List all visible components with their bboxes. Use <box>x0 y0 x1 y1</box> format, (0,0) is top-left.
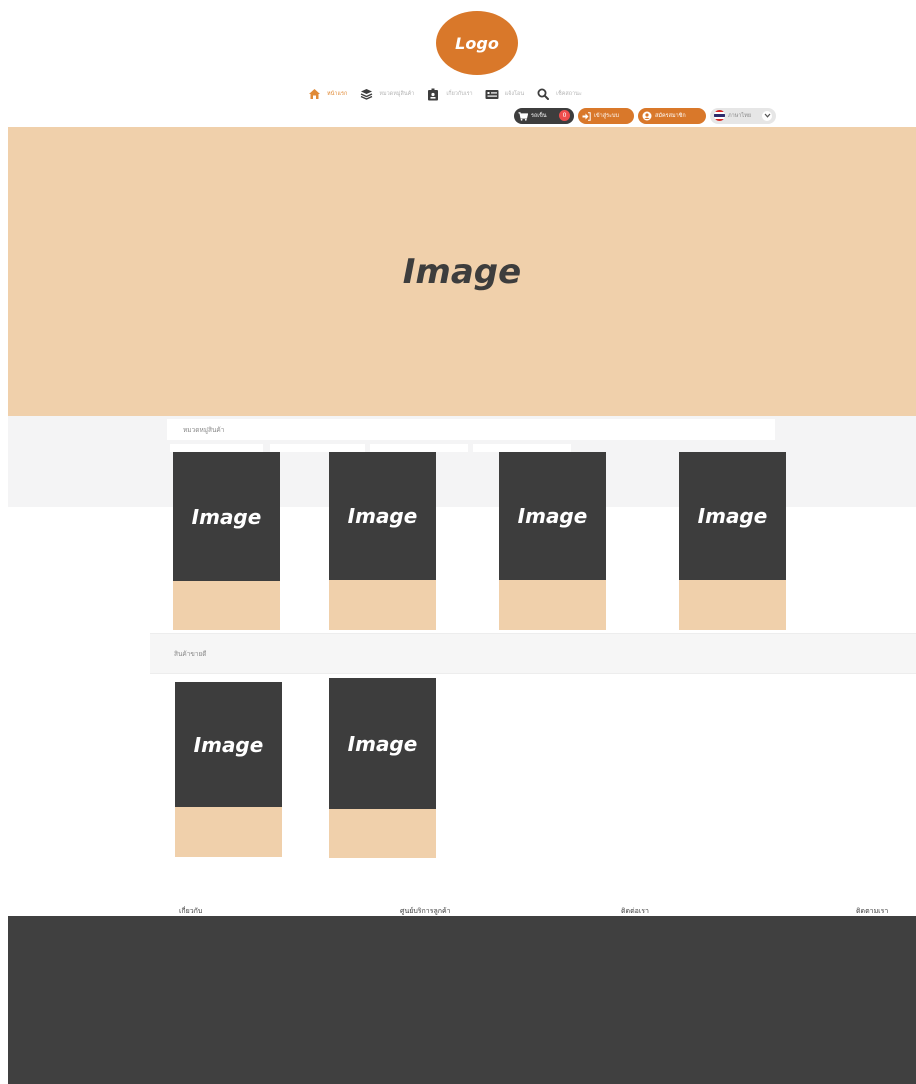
nav-label-check-status: เช็คสถานะ <box>556 91 582 97</box>
best-seller-card[interactable]: Image <box>175 682 282 857</box>
category-card-image: Image <box>173 452 280 581</box>
category-card-image: Image <box>329 452 436 580</box>
best-seller-section-header: สินค้าขายดี <box>150 633 916 674</box>
footer-label: ติดต่อเรา <box>621 907 649 915</box>
footer-label: เกี่ยวกับ <box>179 907 203 915</box>
best-seller-card-image: Image <box>175 682 282 807</box>
cart-button[interactable]: รถเข็น 0 <box>514 106 574 125</box>
header-actions: รถเข็น 0 เข้าสู่ระบบ สมัครสมาชิก ภาษาไทย <box>514 107 776 124</box>
logo[interactable]: Logo <box>436 11 518 75</box>
category-section-title: หมวดหมู่สินค้า <box>183 425 225 434</box>
category-tab-placeholder <box>270 444 365 452</box>
search-icon <box>536 87 550 101</box>
register-label: สมัครสมาชิก <box>655 112 686 119</box>
category-tab-placeholder <box>370 444 468 452</box>
nav-item-transfer[interactable]: แจ้งโอน <box>485 87 524 101</box>
best-seller-section-title: สินค้าขายดี <box>174 649 207 658</box>
best-seller-card[interactable]: Image <box>329 678 436 858</box>
cart-icon <box>518 106 529 125</box>
category-card[interactable]: Image <box>329 452 436 630</box>
nav-item-about[interactable]: เกี่ยวกับเรา <box>426 87 473 101</box>
chevron-down-icon <box>762 110 772 121</box>
nav-label-about: เกี่ยวกับเรา <box>446 91 473 97</box>
id-badge-icon <box>426 87 440 101</box>
image-placeholder-label: Image <box>697 504 768 528</box>
image-placeholder-label: Image <box>193 732 264 757</box>
login-button[interactable]: เข้าสู่ระบบ <box>578 106 634 125</box>
category-card[interactable]: Image <box>679 452 786 630</box>
category-card-footer <box>329 580 436 630</box>
cart-label: รถเข็น <box>531 112 547 119</box>
image-placeholder-label: Image <box>517 504 588 528</box>
footer <box>8 916 916 1084</box>
category-card-footer <box>679 580 786 630</box>
category-section-header: หมวดหมู่สินค้า <box>167 419 775 440</box>
footer-col-contact[interactable]: ติดต่อเรา <box>621 898 649 915</box>
hero-banner[interactable]: Image <box>8 127 916 416</box>
footer-label: ติดตามเรา <box>856 907 889 915</box>
cart-count-badge: 0 <box>559 110 570 121</box>
home-icon <box>307 87 321 101</box>
nav-item-categories[interactable]: หมวดหมู่สินค้า <box>359 87 414 101</box>
category-card-image: Image <box>679 452 786 580</box>
best-seller-card-footer <box>175 807 282 857</box>
money-transfer-icon <box>485 87 499 101</box>
category-card[interactable]: Image <box>499 452 606 630</box>
logo-text: Logo <box>455 33 499 53</box>
footer-col-customer-service[interactable]: ศูนย์บริการลูกค้า <box>400 898 451 915</box>
user-circle-icon <box>642 106 652 125</box>
category-card-footer <box>499 580 606 630</box>
footer-label: ศูนย์บริการลูกค้า <box>400 907 451 915</box>
category-card-footer <box>173 581 280 630</box>
category-card[interactable]: Image <box>173 452 280 630</box>
best-seller-card-image: Image <box>329 678 436 809</box>
footer-col-about[interactable]: เกี่ยวกับ <box>179 898 203 915</box>
main-nav: หน้าแรก หมวดหมู่สินค้า เกี่ยวกับเรา แจ้ง… <box>307 86 594 102</box>
login-icon <box>582 106 591 125</box>
nav-label-home: หน้าแรก <box>327 91 348 97</box>
category-tab-placeholder <box>473 444 571 452</box>
language-select[interactable]: ภาษาไทย <box>710 107 776 124</box>
nav-item-check-status[interactable]: เช็คสถานะ <box>536 87 582 101</box>
footer-col-follow[interactable]: ติดตามเรา <box>856 898 889 915</box>
layers-icon <box>359 87 373 101</box>
language-label: ภาษาไทย <box>728 112 752 119</box>
best-seller-card-footer <box>329 809 436 858</box>
nav-label-categories: หมวดหมู่สินค้า <box>379 91 415 97</box>
image-placeholder-label: Image <box>191 504 262 529</box>
image-placeholder-label: Image <box>347 504 418 528</box>
category-tab-placeholder <box>170 444 263 452</box>
hero-image-placeholder: Image <box>402 251 522 292</box>
nav-label-transfer: แจ้งโอน <box>504 91 525 97</box>
image-placeholder-label: Image <box>347 731 418 756</box>
thai-flag-icon <box>714 110 725 121</box>
register-button[interactable]: สมัครสมาชิก <box>638 106 706 125</box>
nav-item-home[interactable]: หน้าแรก <box>307 87 347 101</box>
category-card-image: Image <box>499 452 606 580</box>
login-label: เข้าสู่ระบบ <box>594 112 619 119</box>
